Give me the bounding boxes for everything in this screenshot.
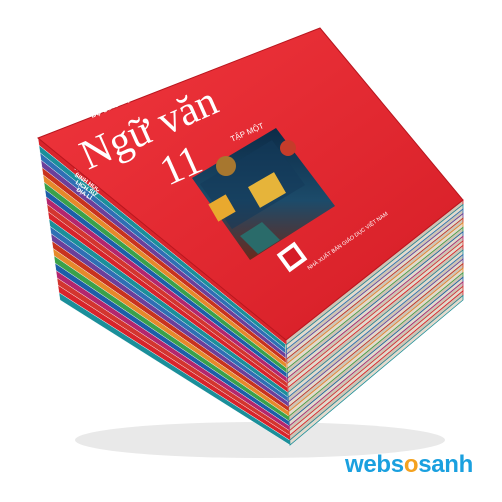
watermark-text-c: sanh (418, 451, 474, 478)
websosanh-watermark-logo: webs o sanh (345, 449, 473, 481)
watermark-text-a: webs (345, 451, 404, 478)
photo-scene: NGỮ VĂNHOÁ HỌCVẬT LÍSINH HỌCLỊCH SỬĐỊA L… (37, 27, 464, 458)
watermark-text-b: o (403, 451, 419, 478)
